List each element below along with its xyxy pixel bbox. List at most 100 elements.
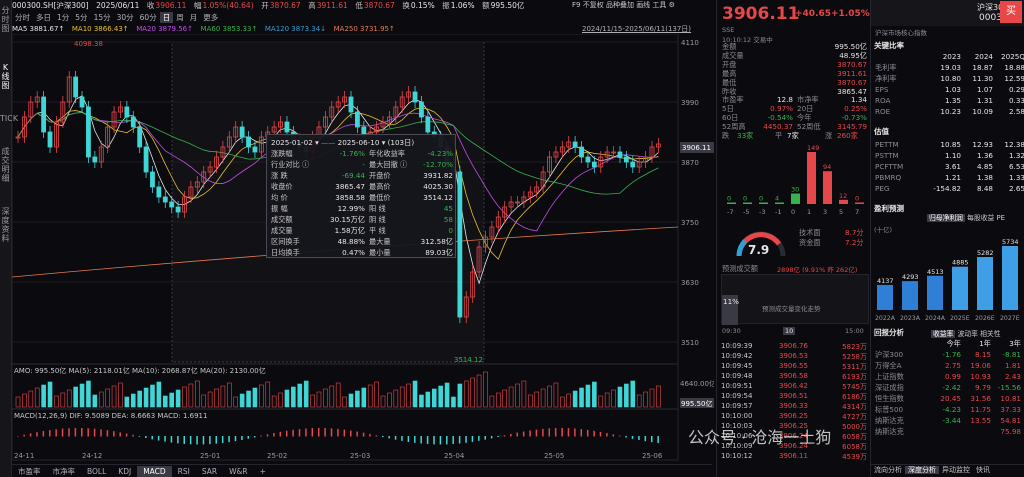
tab-indicator[interactable]: W&R	[223, 466, 253, 477]
draw-button[interactable]: 画线	[636, 1, 650, 9]
tab-correlation[interactable]: 相关性	[980, 330, 1000, 338]
tip-value: 12.99%	[337, 204, 365, 213]
nav-timeshare[interactable]: 分时图	[0, 6, 11, 33]
macd-bar	[644, 436, 647, 442]
tab-timeframe[interactable]: 15分	[91, 12, 114, 23]
ma-item: MA5 3881.67↑	[12, 25, 65, 33]
tab-deep[interactable]: 深度分析	[905, 466, 939, 474]
review-value: 10.93	[970, 372, 991, 381]
volume-bar	[188, 383, 194, 408]
tab-return[interactable]: 收益率	[931, 330, 956, 338]
tab-timeframe[interactable]: 分时	[12, 12, 33, 23]
tab-indicator[interactable]: RSI	[172, 466, 196, 477]
tab-timeframe-day[interactable]: 日	[159, 12, 174, 23]
macd-bar	[145, 436, 147, 439]
quote-change: +40.65	[795, 9, 832, 19]
tab-monitor[interactable]: 异动监控	[939, 466, 973, 474]
tab-indicator[interactable]: BOLL	[81, 466, 112, 477]
candle-body	[457, 171, 463, 318]
tab-timeframe[interactable]: 30分	[114, 12, 137, 23]
tab-net-profit[interactable]: 归母净利润	[927, 214, 965, 222]
price-axis-label: 3510	[681, 339, 699, 347]
volume-bar	[297, 383, 303, 408]
valuation-value: 1.33	[1008, 173, 1024, 182]
tab-timeframe[interactable]: 1分	[54, 12, 72, 23]
tab-indicator[interactable]: 市净率	[47, 465, 82, 477]
macd-bar	[55, 429, 57, 437]
overlay-button[interactable]: 品种叠加	[606, 1, 634, 9]
nav-profile[interactable]: 深度资料	[0, 207, 11, 243]
quote-status: 交易中	[753, 36, 773, 44]
tab-timeframe[interactable]: 月	[187, 12, 201, 23]
macd-bar	[382, 436, 384, 438]
tab-flow[interactable]: 流向分析	[871, 466, 905, 474]
add-indicator-button[interactable]: +	[254, 466, 272, 477]
volume-bar	[431, 388, 437, 408]
no-adjust-button[interactable]: 不复权	[583, 1, 604, 9]
valuation-value: 1.21	[944, 173, 961, 182]
nav-tick[interactable]: TICK	[0, 114, 18, 123]
tab-volatility[interactable]: 波动率	[958, 330, 978, 338]
nav-detail[interactable]: 成交明细	[0, 147, 11, 183]
macd-bar	[215, 436, 218, 444]
ratio-value: 1.03	[944, 85, 961, 94]
tab-eps[interactable]: 每股收益	[967, 214, 994, 222]
volume-bar	[265, 381, 271, 408]
watermark: 公众号 · 沧海一土狗	[688, 428, 832, 447]
volume-bar	[316, 391, 322, 408]
tab-timeframe[interactable]: 60分	[137, 12, 160, 23]
tab-timeframe[interactable]: 多日	[33, 12, 54, 23]
macd-bar	[337, 428, 339, 437]
tip-label: 成交额	[271, 215, 293, 224]
profit-year: 2023A	[900, 315, 921, 322]
macd-bar	[650, 436, 653, 443]
volume-bar	[393, 389, 399, 408]
valuation-title: 估值	[874, 127, 889, 136]
review-value: 2.75	[944, 361, 961, 370]
predict-chart: 11% 预测成交量变化走势	[721, 274, 869, 325]
review-value: -1.76	[942, 350, 961, 359]
tab-indicator[interactable]: SAR	[196, 466, 223, 477]
tab-indicator[interactable]: 市盈率	[12, 465, 47, 477]
valuation-value: 1.36	[976, 151, 993, 160]
stat-label: 52周低	[797, 122, 821, 131]
review-value: -3.44	[942, 416, 961, 425]
tab-timeframe[interactable]: 更多	[200, 12, 221, 23]
nav-kline[interactable]: K线图	[0, 63, 11, 90]
tab-timeframe[interactable]: 5分	[72, 12, 90, 23]
volume-bar	[92, 394, 98, 408]
profit-title: 盈利预测	[874, 204, 904, 213]
macd-bar	[522, 431, 525, 437]
dist-value: 4	[775, 195, 779, 203]
tab-indicator[interactable]: KDJ	[112, 466, 137, 477]
price-axis-label: 3990	[681, 99, 699, 107]
macd-bar	[446, 436, 448, 445]
ratio-label: 毛利率	[875, 63, 897, 72]
tab-news[interactable]: 快讯	[973, 466, 993, 474]
profit-tabs: 归母净利润 每股收益 PE	[927, 212, 1005, 222]
profit-value: 4885	[952, 259, 969, 267]
fund-label: 资金面	[799, 238, 821, 247]
buy-button[interactable]: 买	[1000, 1, 1022, 23]
gear-icon[interactable]: ⚙	[669, 1, 675, 9]
macd-bar	[61, 428, 64, 437]
macd-bar	[510, 433, 512, 437]
predict-label: 预测成交额	[722, 264, 758, 273]
tick-volume: 5258万	[842, 353, 867, 361]
tab-pe[interactable]: PE	[997, 214, 1005, 222]
tab-timeframe[interactable]: 周	[173, 12, 187, 23]
tab-indicator-macd[interactable]: MACD	[137, 466, 172, 477]
f9-button[interactable]: F9	[572, 1, 580, 9]
x-axis-label: 25-03	[350, 452, 370, 460]
macd-bar	[221, 436, 224, 444]
macd-bar	[100, 429, 102, 437]
tools-button[interactable]: 工具	[652, 1, 666, 9]
review-label: 万得全A	[875, 361, 902, 370]
review-value: 19.06	[970, 361, 991, 370]
macd-bar	[350, 430, 352, 437]
volume-bar	[284, 389, 290, 408]
macd-bar	[407, 436, 410, 442]
tip-value: 1.58万亿	[334, 226, 365, 235]
macd-bar	[529, 430, 531, 437]
review-value: 2.43	[1004, 372, 1021, 381]
